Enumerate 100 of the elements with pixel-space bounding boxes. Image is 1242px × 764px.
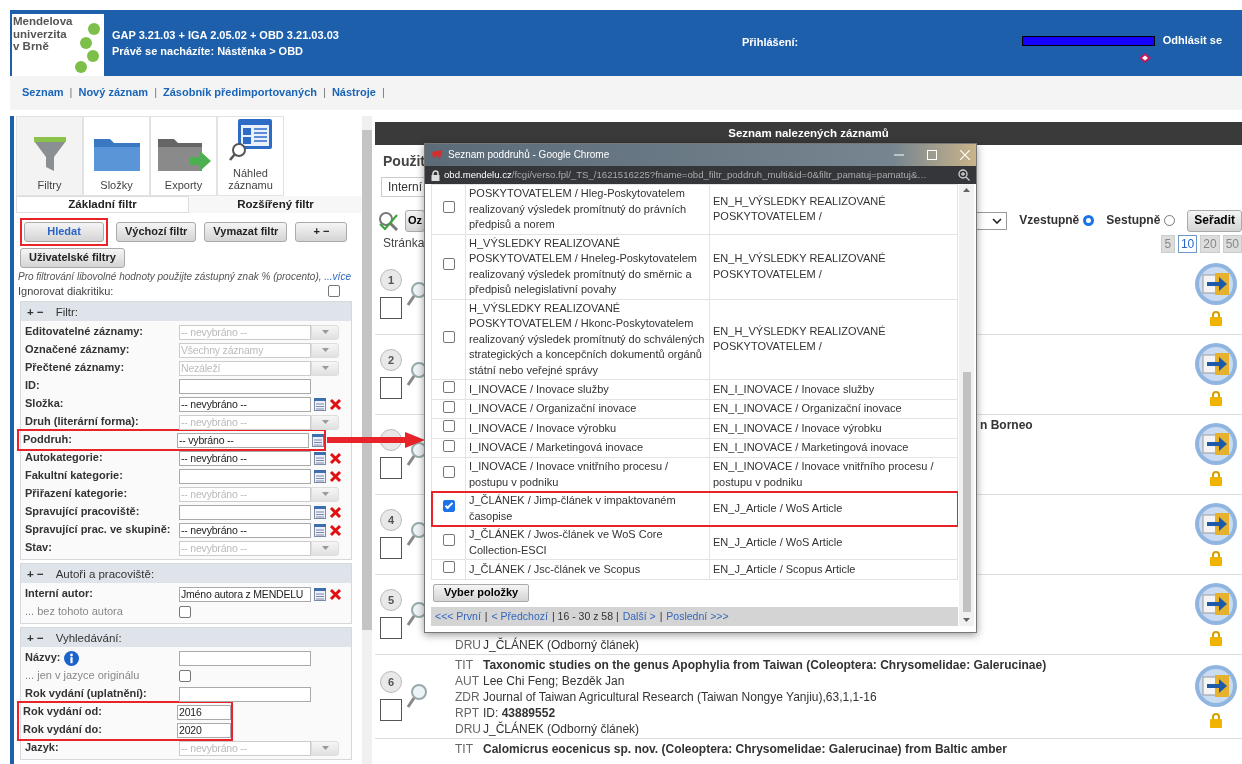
radio-button[interactable] [1164,215,1176,226]
checkbox[interactable] [442,331,455,343]
filter-tab[interactable]: Základní filtr [16,196,189,213]
magnifier-check-icon[interactable] [377,209,401,232]
input-field[interactable]: Jméno autora z MENDELU [179,586,311,602]
input-field[interactable]: -- nevybráno -- [179,522,311,538]
caret-icon [321,420,329,425]
input-field[interactable]: -- vybráno -- [177,432,309,448]
filter-button[interactable]: Uživatelské filtry [20,248,125,268]
pager-link[interactable]: < Předchozí [491,610,548,624]
zoom-icon[interactable] [958,169,970,181]
scrollbar[interactable] [959,184,974,626]
filter-button[interactable]: Hledat [24,222,104,242]
clear-icon[interactable] [329,523,342,537]
window-title: Seznam poddruhů - Google Chrome [448,148,610,162]
toolbar-button[interactable]: Oz [405,209,426,232]
export-icon[interactable] [1194,502,1238,546]
filter-button[interactable]: + − [295,222,348,242]
sort-button[interactable]: Seřadit [1187,209,1242,232]
clear-icon[interactable] [329,451,342,465]
checkbox[interactable] [380,377,402,399]
input-field[interactable]: -- nevybráno -- [179,396,311,412]
record-field-text: ID: 43889552 [483,706,556,721]
tool-button[interactable]: Složky [83,116,150,196]
page-size-option[interactable]: 10 [1177,234,1198,253]
list-icon[interactable] [314,469,326,483]
filter-tab[interactable]: Rozšířený filtr [189,196,362,213]
input-field[interactable] [179,468,311,484]
input-field[interactable] [179,686,311,702]
pager-link[interactable]: Poslední >>> [666,610,729,624]
caret-icon [321,366,329,371]
filter-button[interactable]: Vymazat filtr [204,222,288,242]
checkbox[interactable] [442,439,455,452]
record-number: 1 [380,269,402,291]
checkbox[interactable] [380,457,402,479]
expand-collapse-controls[interactable]: + − [27,630,44,645]
input-field[interactable]: 2020 [177,722,231,738]
checkbox[interactable] [380,699,402,721]
export-icon[interactable] [1194,342,1238,386]
pager-link[interactable]: Další > [622,610,656,624]
expand-collapse-controls[interactable]: + − [27,566,44,581]
clear-icon[interactable] [329,505,342,519]
checkbox[interactable] [328,285,340,298]
list-icon[interactable] [314,587,326,601]
clear-icon[interactable] [329,469,342,483]
export-icon[interactable] [1194,582,1238,626]
export-icon[interactable] [1194,422,1238,466]
input-field[interactable] [179,378,311,394]
record-number: 6 [380,671,402,693]
list-icon[interactable] [314,397,326,411]
list-icon[interactable] [314,523,326,537]
checkbox[interactable] [380,297,402,319]
export-icon[interactable] [1194,664,1238,708]
checkbox[interactable] [380,617,402,639]
table-cell: EN_I_INOVACE / Inovace výrobku [709,418,958,438]
radio-button[interactable] [1083,215,1095,226]
list-icon[interactable] [314,505,326,519]
list-icon[interactable] [314,451,326,465]
maximize-icon[interactable] [927,150,937,160]
export-icon[interactable] [1194,262,1238,306]
tool-button[interactable]: Náhled záznamu [217,116,284,196]
expand-collapse-controls[interactable]: + − [27,304,44,319]
checkbox[interactable] [442,500,455,513]
more-link[interactable]: ...více [324,271,351,282]
section-header[interactable]: + − Vyhledávání: [21,628,351,648]
checkbox[interactable] [442,400,455,413]
clear-icon[interactable] [329,587,342,601]
nav-link[interactable]: Seznam [22,86,64,100]
select-items-button[interactable]: Vyber položky [433,583,530,603]
separator: | [154,86,157,100]
section-header[interactable]: + − Autoři a pracoviště: [21,564,351,584]
record-number: 4 [380,509,402,531]
scrollbar[interactable] [362,116,372,764]
input-field[interactable] [179,504,311,520]
checkbox[interactable] [442,258,455,271]
input-field[interactable] [179,650,311,666]
checkbox[interactable] [380,537,402,559]
checkbox[interactable] [442,420,455,432]
pager-link[interactable]: <<< První [435,610,481,624]
checkbox[interactable] [179,670,191,683]
nav-link[interactable]: Zásobník předimportovaných [163,86,318,100]
checkbox[interactable] [179,606,191,619]
tool-button[interactable]: Filtry [16,116,83,196]
magnifier-icon[interactable] [406,683,428,709]
input-field[interactable]: 2016 [177,704,231,720]
info-icon[interactable] [64,650,80,666]
checkbox[interactable] [442,201,455,213]
checkbox[interactable] [442,561,455,573]
list-icon[interactable] [312,433,324,447]
checkbox[interactable] [442,466,455,479]
filter-button[interactable]: Výchozí filtr [116,222,197,242]
clear-icon[interactable] [329,397,342,411]
nav-link[interactable]: Nový záznam [78,86,149,100]
lock-icon [1209,470,1223,486]
tool-button[interactable]: Exporty [150,116,217,196]
section-header[interactable]: + − Filtr: [21,302,351,322]
nav-link[interactable]: Nástroje [331,86,376,100]
checkbox[interactable] [442,534,455,547]
logout-link[interactable]: Odhlásit se [1162,34,1222,48]
checkbox[interactable] [442,381,455,393]
